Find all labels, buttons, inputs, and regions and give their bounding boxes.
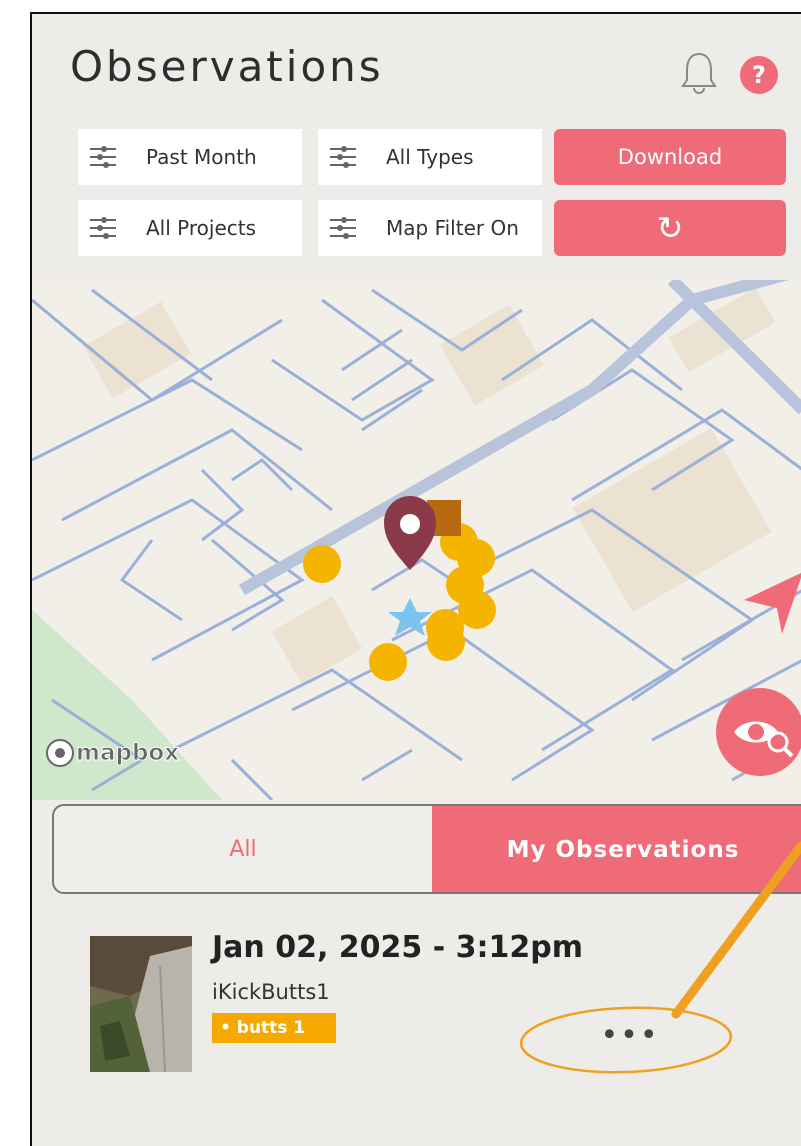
view-toggle-button[interactable] [716,688,801,776]
observation-user: iKickButts1 [212,980,330,1004]
project-filter[interactable]: All Projects [78,200,302,256]
category-tag: • butts 1 [212,1013,336,1043]
map-filter-toggle[interactable]: Map Filter On [318,200,542,256]
map-streets [32,280,801,800]
sliders-icon [330,146,356,168]
mapbox-logo-icon [46,739,74,767]
download-button[interactable]: Download [554,129,786,185]
project-filter-label: All Projects [146,216,256,240]
mapbox-attribution: mapbox [75,740,180,767]
app-screen: Observations ? Past Month All Types Down… [30,12,801,1146]
mapbox-logo: mapbox [46,738,180,768]
type-filter[interactable]: All Types [318,129,542,185]
help-icon[interactable]: ? [740,56,778,94]
date-filter[interactable]: Past Month [78,129,302,185]
tab-my-observations[interactable]: My Observations [432,806,801,892]
map-view[interactable]: mapbox [32,280,801,800]
more-options-button[interactable]: ••• [600,1021,660,1051]
observation-datetime: Jan 02, 2025 - 3:12pm [212,930,583,965]
sliders-icon [330,217,356,239]
observation-scope-toggle: All My Observations [52,804,801,894]
sliders-icon [90,217,116,239]
sliders-icon [90,146,116,168]
map-filter-label: Map Filter On [386,216,519,240]
type-filter-label: All Types [386,145,474,169]
page-title: Observations [70,42,384,91]
observation-thumbnail[interactable] [90,936,192,1072]
refresh-button[interactable]: ↻ [554,200,786,256]
date-filter-label: Past Month [146,145,257,169]
bell-icon[interactable] [680,50,718,96]
tab-all[interactable]: All [54,806,432,892]
eye-search-icon [734,721,794,758]
